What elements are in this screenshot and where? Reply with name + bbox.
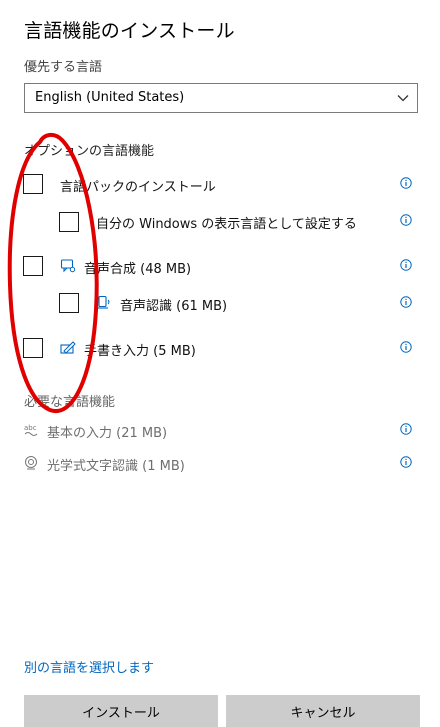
speech-synthesis-icon	[60, 259, 76, 273]
info-icon[interactable]	[400, 341, 412, 353]
info-icon[interactable]	[400, 259, 412, 271]
preferred-language-label: 優先する言語	[24, 60, 103, 75]
optional-features-heading: オプションの言語機能	[24, 144, 155, 159]
preferred-language-select[interactable]: English (United States)	[24, 83, 418, 113]
speech-synthesis-label: 音声合成 (48 MB)	[84, 262, 192, 277]
display-language-checkbox[interactable]	[59, 212, 79, 232]
handwriting-checkbox[interactable]	[23, 338, 43, 358]
preferred-language-value: English (United States)	[35, 90, 185, 105]
ocr-icon	[25, 456, 37, 470]
info-icon[interactable]	[400, 296, 412, 308]
ocr-label: 光学式文字認識 (1 MB)	[47, 459, 185, 474]
info-icon[interactable]	[400, 456, 412, 468]
svg-text:abc: abc	[24, 424, 37, 432]
handwriting-icon	[60, 341, 76, 354]
choose-another-language-link[interactable]: 別の言語を選択します	[24, 657, 154, 676]
info-icon[interactable]	[400, 177, 412, 189]
language-pack-checkbox[interactable]	[23, 174, 43, 194]
basic-typing-label: 基本の入力 (21 MB)	[47, 426, 168, 441]
speech-recognition-label: 音声認識 (61 MB)	[120, 299, 228, 314]
cancel-button[interactable]: キャンセル	[226, 695, 420, 727]
speech-synthesis-checkbox[interactable]	[23, 256, 43, 276]
page-title: 言語機能のインストール	[24, 20, 235, 42]
language-pack-label: 言語パックのインストール	[60, 180, 216, 195]
required-features-heading: 必要な言語機能	[24, 395, 116, 410]
display-language-label: 自分の Windows の表示言語として設定する	[96, 217, 357, 232]
info-icon[interactable]	[400, 214, 412, 226]
handwriting-label: 手書き入力 (5 MB)	[84, 344, 196, 359]
basic-typing-icon: abc	[24, 424, 38, 436]
install-button[interactable]: インストール	[24, 695, 218, 727]
info-icon[interactable]	[400, 423, 412, 435]
chevron-down-icon	[397, 95, 409, 102]
speech-recognition-checkbox[interactable]	[59, 293, 79, 313]
speech-recognition-icon	[97, 295, 110, 309]
